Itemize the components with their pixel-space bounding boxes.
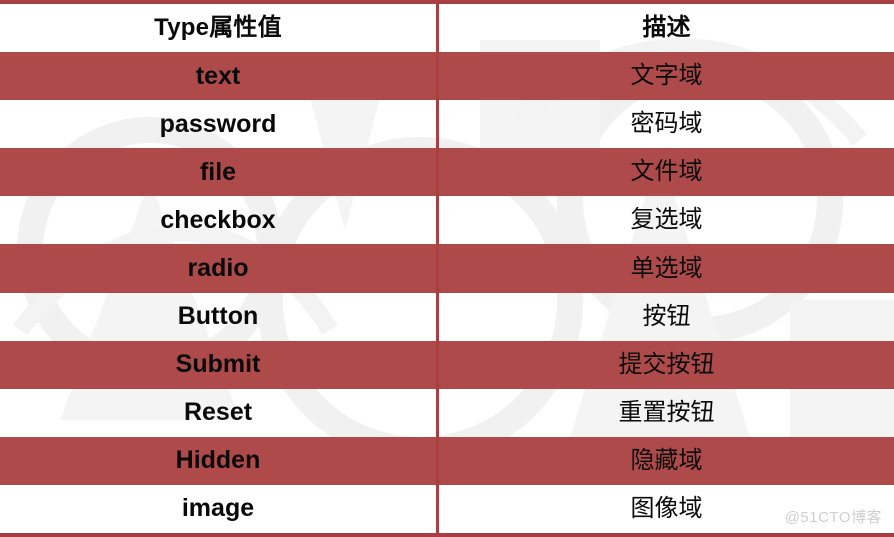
column-header-description: 描述 — [642, 14, 691, 42]
table-image: Type属性值 描述 text 文字域 password 密码域 file 文件域 chec… — [0, 0, 894, 537]
cell-description: 单选域 — [630, 254, 703, 282]
cell-type-value: Reset — [183, 398, 253, 427]
cell-description: 隐藏域 — [630, 446, 703, 474]
cell-type-value: radio — [187, 254, 249, 283]
cell-type-value: password — [159, 109, 277, 138]
cell-type-value: Hidden — [175, 446, 261, 475]
cell-type-value: checkbox — [160, 205, 276, 234]
cell-description: 图像域 — [630, 494, 703, 522]
cell-type-value: Button — [177, 302, 259, 331]
table-row: checkbox 复选域 — [0, 196, 894, 245]
table-row: radio 单选域 — [0, 244, 894, 293]
table-row: Reset 重置按钮 — [0, 388, 894, 437]
cell-type-value: image — [181, 494, 255, 523]
table-row: Submit 提交按钮 — [0, 340, 894, 389]
table-row: Hidden 隐藏域 — [0, 436, 894, 486]
column-header-type: Type属性值 — [154, 14, 282, 42]
cell-type-value: file — [199, 157, 237, 186]
cell-description: 文件域 — [630, 158, 703, 186]
table-row: text 文字域 — [0, 52, 894, 101]
table-row: Button 按钮 — [0, 292, 894, 341]
cell-description: 按钮 — [642, 302, 691, 330]
cell-description: 密码域 — [630, 110, 703, 138]
type-attribute-table: Type属性值 描述 text 文字域 password 密码域 file 文件域 chec… — [0, 0, 894, 537]
cell-description: 重置按钮 — [618, 398, 715, 426]
table-header-row: Type属性值 描述 — [0, 4, 894, 53]
table-row: image 图像域 — [0, 484, 894, 534]
table-row: password 密码域 — [0, 100, 894, 149]
cell-description: 提交按钮 — [618, 350, 715, 378]
cell-type-value: text — [195, 61, 241, 90]
cell-type-value: Submit — [175, 350, 261, 379]
table-row: file 文件域 — [0, 148, 894, 197]
cell-description: 文字域 — [630, 62, 703, 90]
cell-description: 复选域 — [630, 206, 703, 234]
